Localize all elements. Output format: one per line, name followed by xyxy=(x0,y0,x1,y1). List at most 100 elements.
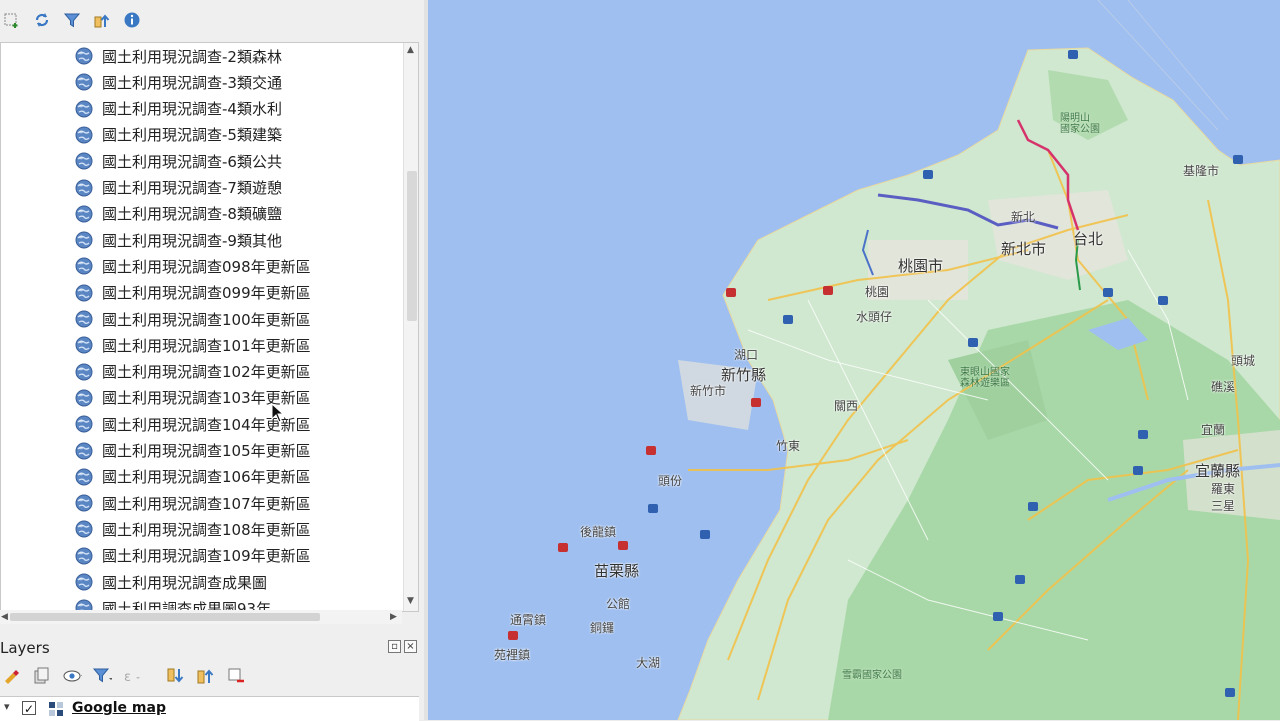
tree-item[interactable]: 國土利用現況調查102年更新區 xyxy=(75,360,311,384)
wms-globe-icon xyxy=(75,205,93,223)
add-group-icon[interactable] xyxy=(32,666,52,686)
wms-globe-icon xyxy=(75,389,93,407)
wms-globe-icon xyxy=(75,257,93,275)
map-label-new-taipei: 新北市 xyxy=(1001,240,1047,258)
expression-filter-icon[interactable]: ε xyxy=(122,666,142,686)
wms-globe-icon xyxy=(75,100,93,118)
wms-globe-icon xyxy=(75,310,93,328)
map-label-taoyuan: 桃園 xyxy=(865,285,890,299)
layer-name[interactable]: Google map xyxy=(72,700,166,716)
tree-item-label: 國土利用現況調查102年更新區 xyxy=(102,363,311,382)
scroll-right-arrow-icon[interactable]: ▶ xyxy=(390,612,397,622)
raster-layer-icon xyxy=(48,701,64,721)
map-label-shei-pa: 雪霸國家公園 xyxy=(842,670,902,681)
wms-globe-icon xyxy=(75,231,93,249)
style-icon[interactable] xyxy=(2,666,22,686)
tree-item[interactable]: 國土利用現況調查106年更新區 xyxy=(75,465,311,489)
map-canvas[interactable]: 陽明山 國家公園 基隆市 新北 新北市 台北 桃園市 桃園 水頭仔 湖口 新竹縣… xyxy=(428,0,1280,720)
tree-item[interactable]: 國土利用現況調查-3類交通 xyxy=(75,70,282,94)
scroll-down-arrow-icon[interactable]: ▼ xyxy=(407,596,414,606)
filter-legend-icon[interactable] xyxy=(92,666,112,686)
map-label-guanxi: 關西 xyxy=(834,399,859,413)
map-label-shuiliutou: 水頭仔 xyxy=(856,310,893,324)
wms-globe-icon xyxy=(75,336,93,354)
expand-arrow-icon[interactable]: ▾ xyxy=(4,700,10,713)
map-label-keelung: 基隆市 xyxy=(1183,164,1220,178)
tree-item-label: 國土利用現況調查-2類森林 xyxy=(102,47,282,66)
filter-icon[interactable] xyxy=(62,10,82,30)
map-label-dongyanshan: 東眼山國家 森林遊樂區 xyxy=(960,367,1010,389)
tree-item-label: 國土利用現況調查-3類交通 xyxy=(102,73,282,92)
add-layer-icon[interactable] xyxy=(2,10,22,30)
tree-item[interactable]: 國土利用現況調查成果圖 xyxy=(75,570,267,594)
collapse-all-layers-icon[interactable] xyxy=(196,666,216,686)
wms-globe-icon xyxy=(75,363,93,381)
layer-list: ▾ ✓ Google map xyxy=(0,696,419,721)
close-panel-icon[interactable]: × xyxy=(404,640,417,653)
map-label-miaoli-county: 苗栗縣 xyxy=(594,562,640,580)
tree-item[interactable]: 國土利用現況調查109年更新區 xyxy=(75,544,311,568)
tree-item[interactable]: 國土利用現況調查105年更新區 xyxy=(75,439,311,463)
map-label-yangmingshan: 陽明山 國家公園 xyxy=(1060,113,1100,135)
wms-globe-icon xyxy=(75,179,93,196)
wms-globe-icon xyxy=(75,494,93,512)
tree-item[interactable]: 國土利用現況調查-4類水利 xyxy=(75,97,282,121)
scroll-left-arrow-icon[interactable]: ◀ xyxy=(1,612,8,622)
map-label-toucheng: 頭城 xyxy=(1231,354,1256,368)
map-basemap xyxy=(508,0,1280,720)
collapse-all-icon[interactable] xyxy=(92,10,112,30)
wms-globe-icon xyxy=(75,520,93,538)
tree-item-label: 國土利用現況調查-5類建築 xyxy=(102,126,282,145)
map-label-hsinchu-county: 新竹縣 xyxy=(721,366,767,384)
tree-item[interactable]: 國土利用現況調查100年更新區 xyxy=(75,307,311,331)
tree-item[interactable]: 國土利用現況調查099年更新區 xyxy=(75,281,311,305)
map-label-hukou: 湖口 xyxy=(734,348,759,362)
map-label-gongguan: 公館 xyxy=(606,597,631,611)
visibility-icon[interactable] xyxy=(62,666,82,686)
tree-item-label: 國土利用現況調查-8類礦鹽 xyxy=(102,205,282,224)
tree-item[interactable]: 國土利用現況調查-8類礦鹽 xyxy=(75,202,282,226)
expand-all-icon[interactable] xyxy=(166,666,186,686)
tree-item[interactable]: 國土利用現況調查107年更新區 xyxy=(75,491,311,515)
refresh-icon[interactable] xyxy=(32,10,52,30)
browser-tree[interactable]: 國土利用現況調查-2類森林 國土利用現況調查-3類交通 國土利用現況調查-4類水利國… xyxy=(0,42,419,612)
map-label-new-taipei-small: 新北 xyxy=(1011,210,1036,224)
tree-item-label: 國土利用現況調查-9類其他 xyxy=(102,231,282,250)
layer-visibility-checkbox[interactable]: ✓ xyxy=(22,701,36,716)
svg-text:ε: ε xyxy=(124,670,131,685)
horizontal-scrollbar-thumb[interactable] xyxy=(10,613,320,621)
tree-item-label: 國土利用現況調查成果圖 xyxy=(102,573,268,592)
scroll-up-arrow-icon[interactable]: ▲ xyxy=(407,45,414,55)
wms-globe-icon xyxy=(75,284,93,302)
remove-layer-icon[interactable] xyxy=(226,666,246,686)
tree-item[interactable]: 國土利用現況調查108年更新區 xyxy=(75,517,311,541)
map-label-toufen: 頭份 xyxy=(658,474,683,488)
layers-panel: Layers ▫ × ε ▾ ✓ Google map xyxy=(0,630,424,721)
tree-item[interactable]: 國土利用現況調查098年更新區 xyxy=(75,254,311,278)
float-panel-icon[interactable]: ▫ xyxy=(388,640,401,653)
tree-item[interactable]: 國土利用現況調查101年更新區 xyxy=(75,333,311,357)
mouse-cursor-icon xyxy=(271,402,285,427)
layers-panel-title: Layers xyxy=(0,639,50,657)
map-label-zhudong: 竹東 xyxy=(776,439,801,453)
horizontal-scrollbar[interactable]: ◀ ▶ xyxy=(0,610,402,624)
tree-item[interactable]: 國土利用現況調查-5類建築 xyxy=(75,123,282,147)
vertical-scrollbar[interactable]: ▲ ▼ xyxy=(403,43,418,611)
tree-item[interactable]: 國土利用現況調查-2類森林 xyxy=(75,44,282,68)
tree-item[interactable]: 國土利用現況調查-7類遊憩 xyxy=(75,176,282,200)
tree-item[interactable]: 國土利用現況調查-6類公共 xyxy=(75,149,282,173)
tree-item-label: 國土利用現況調查-6類公共 xyxy=(102,152,282,171)
wms-globe-icon xyxy=(75,73,93,91)
map-label-yilan-county: 宜蘭縣 xyxy=(1195,462,1241,480)
vertical-scrollbar-thumb[interactable] xyxy=(407,171,417,321)
tree-item-label: 國土利用現況調查101年更新區 xyxy=(102,336,311,355)
info-icon[interactable] xyxy=(122,10,142,30)
wms-globe-icon xyxy=(75,126,93,144)
tree-item-label: 國土利用現況調查099年更新區 xyxy=(102,284,311,303)
map-label-sanxing: 三星 xyxy=(1211,499,1236,513)
tree-item-label: 國土利用現況調查-4類水利 xyxy=(102,100,282,119)
browser-toolbar xyxy=(0,0,424,40)
wms-globe-icon xyxy=(75,442,93,459)
tree-item-label: 國土利用現況調查109年更新區 xyxy=(102,547,311,566)
tree-item[interactable]: 國土利用現況調查-9類其他 xyxy=(75,228,282,252)
